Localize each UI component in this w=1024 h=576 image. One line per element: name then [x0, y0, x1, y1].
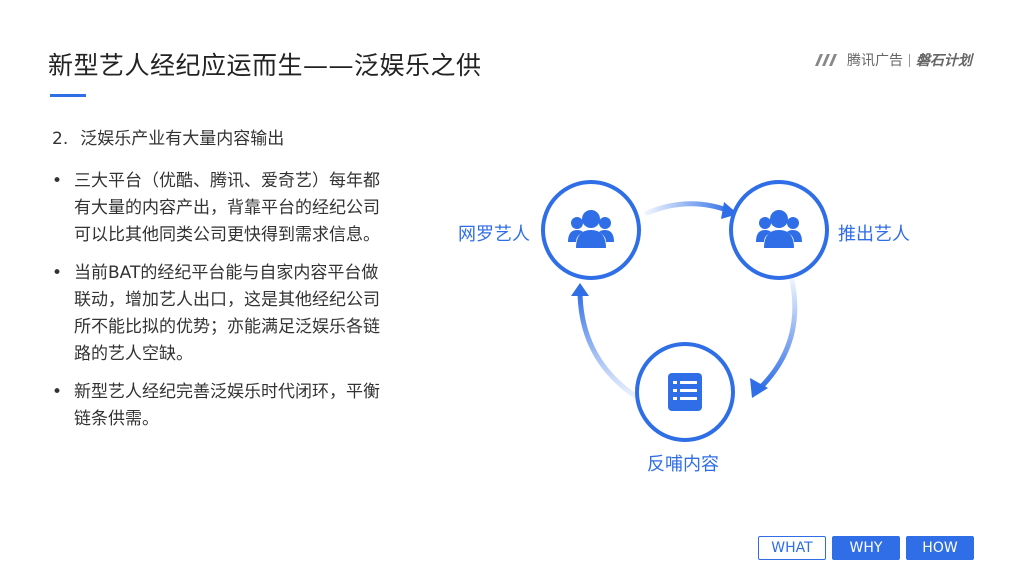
cycle-diagram-svg: [541, 180, 829, 442]
brand-logo: 腾讯广告 磐石计划: [813, 50, 972, 70]
bullet-dot-icon: •: [51, 171, 63, 191]
bullet-list: • 三大平台（优酷、腾讯、爱奇艺）每年都有大量的内容产出，背靠平台的经纪公司可以比…: [50, 168, 380, 444]
bullet-text: 三大平台（优酷、腾讯、爱奇艺）每年都有大量的内容产出，背靠平台的经纪公司可以比其…: [74, 171, 380, 245]
section-subtitle: 2. 泛娱乐产业有大量内容输出: [52, 124, 284, 149]
logo-separator: [909, 53, 910, 67]
arrow-right: [755, 277, 798, 393]
node-feedback-content: [635, 342, 735, 442]
bullet-item: • 新型艺人经纪完善泛娱乐时代闭环，平衡链条供需。: [50, 379, 380, 433]
bullet-dot-icon: •: [51, 263, 63, 283]
subtitle-text: 泛娱乐产业有大量内容输出: [80, 129, 285, 149]
logo-brand-text: 腾讯广告: [847, 53, 903, 69]
logo-plan-text: 磐石计划: [916, 53, 972, 69]
nav-why-button[interactable]: WHY: [832, 536, 900, 560]
node-label-launch: 推出艺人: [838, 224, 910, 245]
node-recruit-artists: [541, 180, 641, 280]
bullet-dot-icon: •: [51, 382, 63, 402]
nav-how-button[interactable]: HOW: [906, 536, 974, 560]
document-list-icon: [668, 373, 702, 411]
node-launch-artists: [729, 180, 829, 280]
nav-tabs: WHAT WHY HOW: [758, 536, 974, 560]
node-label-feedback: 反哺内容: [647, 454, 719, 475]
bullet-text: 新型艺人经纪完善泛娱乐时代闭环，平衡链条供需。: [74, 382, 380, 429]
tencent-ads-logo-icon: [815, 54, 837, 66]
arrowhead-left-icon: [571, 283, 589, 296]
node-label-recruit: 网罗艺人: [458, 224, 530, 245]
nav-what-button[interactable]: WHAT: [758, 536, 826, 560]
subtitle-number: 2.: [52, 129, 69, 149]
cycle-diagram: 网罗艺人 推出艺人 反哺内容: [440, 150, 960, 490]
bullet-text: 当前BAT的经纪平台能与自家内容平台做联动，增加艺人出口，这是其他经纪公司所不能…: [74, 263, 380, 364]
title-underline: [50, 94, 86, 97]
bullet-item: • 当前BAT的经纪平台能与自家内容平台做联动，增加艺人出口，这是其他经纪公司所不…: [50, 260, 380, 368]
arrow-top: [644, 201, 735, 216]
arrow-left: [577, 287, 641, 401]
page-title: 新型艺人经纪应运而生——泛娱乐之供: [48, 51, 482, 80]
bullet-item: • 三大平台（优酷、腾讯、爱奇艺）每年都有大量的内容产出，背靠平台的经纪公司可以比…: [50, 168, 380, 249]
